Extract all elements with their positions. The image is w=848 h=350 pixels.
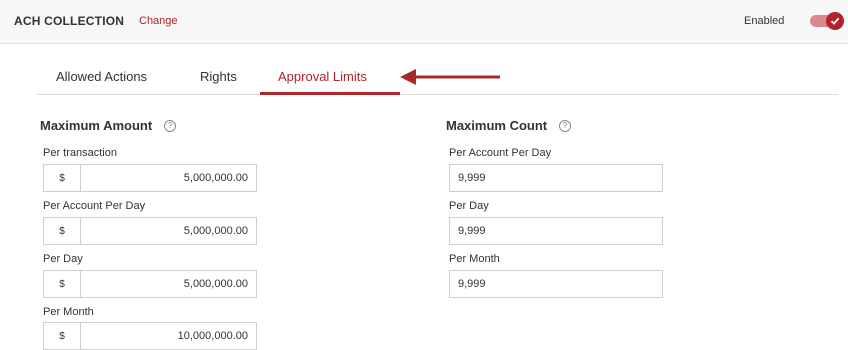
- help-icon[interactable]: ?: [164, 119, 177, 132]
- per-month-amount-input[interactable]: $ 10,000,000.00: [43, 322, 257, 350]
- per-day-count-input[interactable]: 9,999: [449, 217, 663, 245]
- field-label: Per Day: [449, 200, 489, 212]
- check-icon: [826, 12, 844, 30]
- field-label: Per Month: [43, 306, 94, 318]
- per-account-per-day-count-input[interactable]: 9,999: [449, 164, 663, 192]
- active-tab-indicator: [260, 92, 400, 95]
- per-transaction-amount-input[interactable]: $ 5,000,000.00: [43, 164, 257, 192]
- help-icon[interactable]: ?: [559, 119, 572, 132]
- amount-value: 10,000,000.00: [177, 330, 248, 342]
- currency-prefix: $: [44, 271, 81, 297]
- field-label: Per Account Per Day: [449, 147, 552, 159]
- amount-value: 5,000,000.00: [183, 278, 248, 290]
- max-amount-title-text: Maximum Amount: [40, 118, 153, 133]
- currency-prefix: $: [44, 218, 81, 244]
- header-bar: ACH COLLECTION Change Enabled: [0, 0, 848, 44]
- field-label: Per Account Per Day: [43, 200, 146, 212]
- max-count-title: Maximum Count ?: [446, 118, 572, 133]
- tab-approval-limits[interactable]: Approval Limits: [278, 64, 367, 94]
- max-amount-title: Maximum Amount ?: [40, 118, 177, 133]
- per-month-count-input[interactable]: 9,999: [449, 270, 663, 298]
- tab-rights[interactable]: Rights: [200, 64, 237, 94]
- enabled-label: Enabled: [744, 15, 785, 27]
- per-day-amount-input[interactable]: $ 5,000,000.00: [43, 270, 257, 298]
- change-link[interactable]: Change: [139, 15, 178, 27]
- max-count-title-text: Maximum Count: [446, 118, 548, 133]
- per-account-per-day-amount-input[interactable]: $ 5,000,000.00: [43, 217, 257, 245]
- amount-value: 5,000,000.00: [183, 225, 248, 237]
- currency-prefix: $: [44, 323, 81, 349]
- header-title: ACH COLLECTION: [14, 14, 125, 28]
- tab-divider: [36, 94, 838, 95]
- field-label: Per Month: [449, 253, 500, 265]
- field-label: Per Day: [43, 253, 83, 265]
- amount-value: 5,000,000.00: [183, 172, 248, 184]
- field-label: Per transaction: [43, 147, 117, 159]
- arrow-left-icon: [400, 69, 500, 85]
- enabled-toggle[interactable]: [810, 12, 844, 30]
- tab-allowed-actions[interactable]: Allowed Actions: [56, 64, 147, 94]
- currency-prefix: $: [44, 165, 81, 191]
